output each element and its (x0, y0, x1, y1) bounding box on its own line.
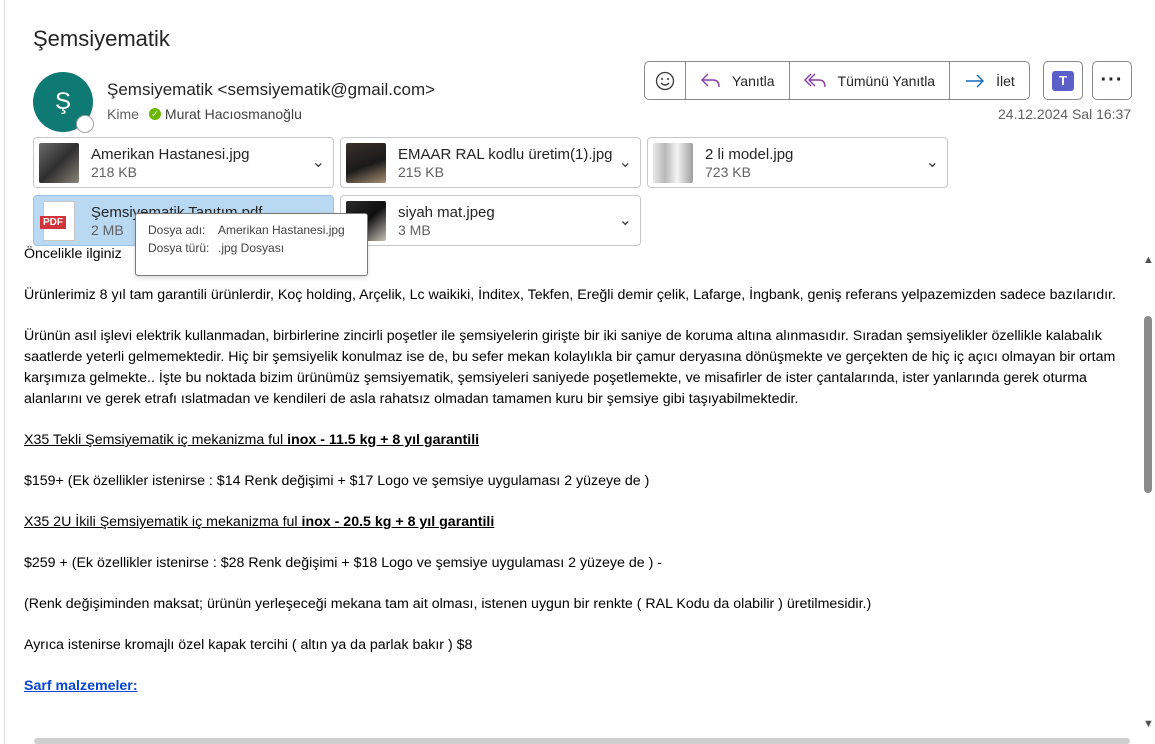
forward-icon (966, 74, 985, 87)
pane-border (4, 0, 5, 744)
reply-all-icon (803, 73, 826, 87)
available-presence-icon: ✓ (148, 108, 161, 120)
email-subject: Şemsiyematik (33, 26, 170, 51)
price-line-1: $159+ (Ek özellikler istenirse : $14 Ren… (24, 473, 650, 489)
chevron-down-icon[interactable]: ⌄ (619, 152, 632, 172)
scrollbar-thumb[interactable] (1144, 316, 1152, 493)
body-paragraph: Ürünün asıl işlevi elektrik kullanmadan,… (24, 328, 1116, 407)
attachment-tooltip: Dosya adı: Amerikan Hastanesi.jpg Dosya t… (135, 213, 368, 276)
image-thumbnail (39, 142, 79, 183)
reply-button[interactable]: Yanıtla (686, 62, 790, 99)
chevron-down-icon[interactable]: ⌄ (926, 152, 939, 172)
pdf-file-icon: PDF (40, 200, 75, 241)
attachment-card[interactable]: 2 li model.jpg 723 KB ⌄ (647, 137, 948, 188)
chevron-down-icon[interactable]: ⌄ (312, 152, 325, 172)
body-note: (Renk değişiminden maksat; ürünün yerleş… (24, 596, 872, 612)
attachment-size: 3 MB (398, 221, 431, 238)
product-heading-1: X35 Tekli Şemsiyematik iç mekanizma ful … (24, 432, 480, 448)
chevron-down-icon[interactable]: ⌄ (619, 210, 632, 230)
attachment-size: 215 KB (398, 163, 444, 180)
attachment-size: 218 KB (91, 163, 137, 180)
vertical-scrollbar[interactable]: ▲ ▼ (1139, 250, 1155, 738)
reply-icon (701, 73, 720, 87)
message-actions: Yanıtla Tümünü Yanıtla İlet (644, 61, 1030, 100)
forward-label: İlet (996, 72, 1015, 89)
to-label: Kime (107, 106, 139, 122)
avatar-initial: Ş (54, 88, 71, 115)
message-body: Öncelikle ilginiz Ürünlerimiz 8 yıl tam … (24, 244, 1134, 717)
attachment-card[interactable]: siyah mat.jpeg 3 MB ⌄ (340, 195, 641, 246)
scroll-up-icon[interactable]: ▲ (1143, 254, 1154, 266)
extra-option: Ayrıca istenirse kromajlı özel kapak ter… (24, 637, 473, 653)
image-thumbnail (653, 142, 693, 183)
received-date: 24.12.2024 Sal 16:37 (998, 106, 1132, 122)
presence-status-icon (76, 115, 94, 133)
emoji-reaction-button[interactable] (645, 62, 686, 99)
teams-icon: T (1052, 70, 1074, 91)
attachment-name: Amerikan Hastanesi.jpg (91, 145, 250, 163)
teams-share-button[interactable]: T (1043, 61, 1083, 100)
emoji-icon (655, 71, 675, 90)
reply-label: Yanıtla (732, 72, 775, 89)
more-icon: ··· (1100, 69, 1124, 91)
attachment-card[interactable]: Amerikan Hastanesi.jpg 218 KB ⌄ (33, 137, 334, 188)
attachment-name: siyah mat.jpeg (398, 203, 495, 221)
recipient-row: Kime ✓ Murat Hacıosmanoğlu (107, 106, 302, 122)
scroll-down-icon[interactable]: ▼ (1143, 718, 1154, 730)
recipient[interactable]: ✓ Murat Hacıosmanoğlu (148, 106, 302, 122)
attachment-card[interactable]: EMAAR RAL kodlu üretim(1).jpg 215 KB ⌄ (340, 137, 641, 188)
attachment-name: 2 li model.jpg (705, 145, 794, 163)
reply-all-label: Tümünü Yanıtla (837, 72, 936, 89)
price-line-2: $259 + (Ek özellikler istenirse : $28 Re… (24, 555, 662, 571)
attachment-name: EMAAR RAL kodlu üretim(1).jpg (398, 145, 613, 163)
forward-button[interactable]: İlet (950, 62, 1029, 99)
supplies-link[interactable]: Sarf malzemeler: (24, 678, 138, 694)
horizontal-scrollbar[interactable] (34, 738, 1130, 744)
reply-all-button[interactable]: Tümünü Yanıtla (790, 62, 951, 99)
attachment-size: 723 KB (705, 163, 751, 180)
sender-address[interactable]: Şemsiyematik <semsiyematik@gmail.com> (107, 80, 435, 100)
more-actions-button[interactable]: ··· (1092, 61, 1132, 100)
recipient-name: Murat Hacıosmanoğlu (164, 106, 302, 122)
product-heading-2: X35 2U İkili Şemsiyematik iç mekanizma f… (24, 514, 495, 530)
image-thumbnail (346, 142, 386, 183)
body-paragraph: Ürünlerimiz 8 yıl tam garantili ürünlerd… (24, 287, 1116, 303)
